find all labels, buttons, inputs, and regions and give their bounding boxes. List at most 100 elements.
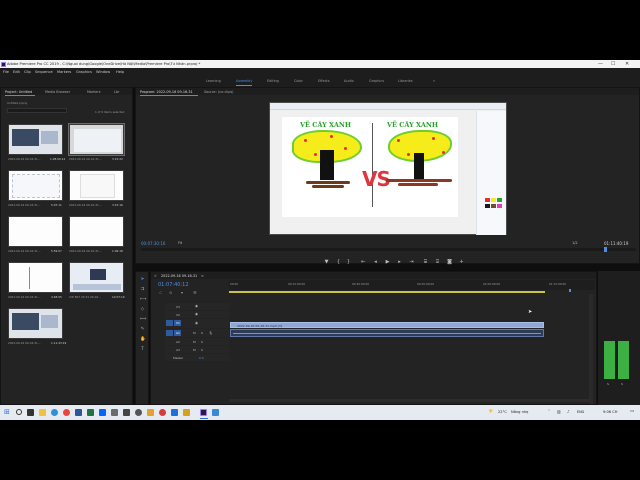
language-indicator[interactable]: ENG: [577, 410, 584, 414]
slip-tool-icon[interactable]: ⟺: [140, 317, 146, 322]
word-icon[interactable]: [75, 409, 82, 416]
media-icon[interactable]: [171, 409, 178, 416]
weather-temp[interactable]: 22°C: [498, 410, 507, 414]
clip-thumbnail-5[interactable]: [8, 216, 63, 247]
network-icon[interactable]: ▥: [557, 409, 561, 414]
timeline-playhead[interactable]: [569, 289, 572, 292]
chrome-icon[interactable]: [63, 409, 70, 416]
workspace-assembly[interactable]: Assembly: [236, 79, 252, 83]
scrubber-bar[interactable]: [141, 248, 636, 251]
toggle-output-icon[interactable]: ◉: [195, 321, 198, 325]
linked-icon[interactable]: ⊙: [169, 290, 172, 295]
fit-dropdown[interactable]: Fit: [178, 241, 182, 245]
workspace-editing[interactable]: Editing: [267, 79, 279, 83]
task-view-icon[interactable]: [27, 409, 34, 416]
workspace-effects[interactable]: Effects: [318, 79, 330, 83]
weather-text[interactable]: Nắng nhẹ: [511, 410, 528, 414]
menu-markers[interactable]: Markers: [57, 70, 71, 74]
mute-icon[interactable]: M: [193, 340, 196, 344]
file-explorer-icon[interactable]: [39, 409, 46, 416]
start-icon[interactable]: ⊞: [4, 408, 10, 416]
work-area-bar[interactable]: [229, 291, 545, 293]
play-icon[interactable]: ▶: [384, 259, 391, 266]
snap-icon[interactable]: ⊂: [159, 290, 162, 295]
camera-icon[interactable]: [123, 409, 130, 416]
pen-tool-icon[interactable]: ✎: [140, 327, 145, 332]
master-value[interactable]: 0.0: [199, 356, 204, 360]
selection-tool-icon[interactable]: ➤: [140, 277, 145, 282]
workspace-color[interactable]: Color: [294, 79, 303, 83]
edge-icon[interactable]: [51, 409, 58, 416]
mark-in-icon[interactable]: {: [335, 259, 342, 266]
paint-icon[interactable]: [147, 409, 154, 416]
add-button-icon[interactable]: +: [458, 259, 465, 266]
wrench-icon[interactable]: ⚒: [193, 290, 197, 295]
taskbar-search-icon[interactable]: [16, 409, 22, 415]
ripple-edit-tool-icon[interactable]: ⟷: [140, 297, 146, 302]
volume-icon[interactable]: ♪: [567, 409, 570, 414]
mark-out-icon[interactable]: }: [345, 259, 352, 266]
source-patch-a1[interactable]: [166, 330, 173, 336]
extract-icon[interactable]: ⌹: [434, 259, 441, 266]
menu-graphics[interactable]: Graphics: [76, 70, 92, 74]
vertical-scrollbar[interactable]: [589, 294, 593, 404]
clip-thumbnail-6[interactable]: [69, 216, 124, 247]
voiceover-icon[interactable]: 🎙: [209, 331, 213, 335]
notification-icon[interactable]: ▭: [630, 409, 634, 414]
clip-thumbnail-1[interactable]: [8, 124, 63, 155]
menu-file[interactable]: File: [3, 70, 9, 74]
mute-icon[interactable]: M: [193, 331, 196, 335]
photos-icon[interactable]: [212, 409, 219, 416]
add-marker-icon[interactable]: ▼: [323, 259, 330, 266]
tab-sequence[interactable]: 2022-09-16 09-16-31: [161, 274, 197, 278]
tab-libraries[interactable]: Lbr: [114, 90, 119, 94]
tab-markers[interactable]: Markers: [87, 90, 101, 94]
close-tab-icon[interactable]: ✕: [154, 274, 157, 278]
weather-icon[interactable]: ☀: [488, 408, 493, 415]
toggle-output-icon[interactable]: ◉: [195, 304, 198, 308]
workspace-learning[interactable]: Learning: [206, 79, 221, 83]
quality-dropdown[interactable]: 1/2: [572, 241, 578, 245]
export-frame-icon[interactable]: ◙: [446, 259, 453, 266]
menu-edit[interactable]: Edit: [13, 70, 20, 74]
go-to-in-icon[interactable]: ⇤: [360, 259, 367, 266]
tab-menu-icon[interactable]: ≡: [201, 274, 204, 278]
folder-icon[interactable]: [183, 409, 190, 416]
zalo-icon[interactable]: [99, 409, 106, 416]
clip-thumbnail-3[interactable]: [8, 170, 63, 201]
toggle-output-icon[interactable]: ◉: [195, 312, 198, 316]
clip-thumbnail-8[interactable]: [69, 262, 124, 293]
tab-program[interactable]: Program: 2022-09-16 09-16-31: [140, 90, 193, 94]
excel-icon[interactable]: [87, 409, 94, 416]
meter-solo-right[interactable]: S: [621, 382, 623, 386]
mute-icon[interactable]: M: [193, 348, 196, 352]
workspace-audio[interactable]: Audio: [344, 79, 354, 83]
menu-clip[interactable]: Clip: [24, 70, 31, 74]
source-patch-v1[interactable]: [166, 320, 173, 326]
video-clip[interactable]: 2022-09-16 09-16-31.mp4 [V]: [230, 322, 544, 328]
meter-solo-left[interactable]: S: [607, 382, 609, 386]
clip-thumbnail-2[interactable]: [68, 123, 125, 156]
go-to-out-icon[interactable]: ⇥: [408, 259, 415, 266]
minimize-button[interactable]: —: [598, 61, 603, 67]
clip-thumbnail-9[interactable]: [8, 308, 63, 339]
tab-source[interactable]: Source: (no clips): [204, 90, 233, 94]
solo-icon[interactable]: S: [201, 348, 203, 352]
time-ruler[interactable]: [229, 280, 595, 290]
workspace-libraries[interactable]: Libraries: [398, 79, 413, 83]
step-back-icon[interactable]: ◂: [372, 259, 379, 266]
solo-icon[interactable]: S: [201, 340, 203, 344]
tab-media-browser[interactable]: Media Browser: [45, 90, 70, 94]
maximize-button[interactable]: ☐: [611, 61, 615, 67]
step-forward-icon[interactable]: ▸: [396, 259, 403, 266]
clip-thumbnail-4[interactable]: [69, 170, 124, 201]
hand-tool-icon[interactable]: ✋: [140, 337, 146, 342]
tab-project[interactable]: Project: Untitled: [5, 90, 32, 94]
premiere-taskbar-icon[interactable]: [200, 409, 207, 416]
lift-icon[interactable]: ⌸: [422, 259, 429, 266]
tray-chevron-icon[interactable]: ˄: [548, 409, 550, 414]
workspace-graphics[interactable]: Graphics: [369, 79, 384, 83]
audio-clip[interactable]: [230, 329, 544, 337]
workspace-more-button[interactable]: »: [433, 79, 435, 83]
app-icon[interactable]: [111, 409, 118, 416]
